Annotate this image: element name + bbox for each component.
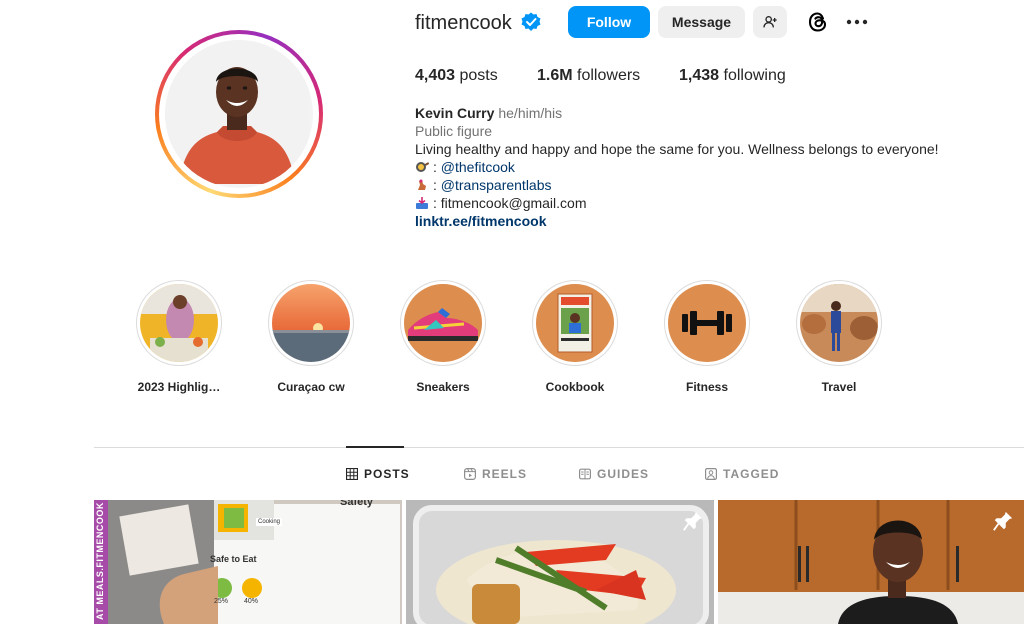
followers-label: followers	[577, 67, 641, 84]
post-small-label: Cooking	[256, 518, 283, 526]
profile-avatar[interactable]	[155, 30, 323, 198]
highlight-travel[interactable]: Travel	[795, 280, 883, 394]
highlight-label: Cookbook	[545, 380, 605, 394]
bio-email: fitmencook@gmail.com	[440, 195, 587, 211]
bio-mention-thefitcook[interactable]: @thefitcook	[441, 159, 515, 175]
following-label: following	[723, 67, 786, 84]
highlight-cookbook-thumb	[536, 284, 614, 362]
highlight-label: Curaçao cw	[277, 380, 345, 394]
tabs-divider	[94, 447, 1024, 448]
suggested-users-button[interactable]	[753, 6, 787, 38]
tab-guides[interactable]: GUIDES	[579, 466, 649, 482]
post-percent-1: 25%	[214, 598, 229, 605]
highlight-cookbook[interactable]: Cookbook	[531, 280, 619, 394]
pinned-icon	[993, 511, 1013, 531]
posts-count: 4,403	[415, 67, 456, 84]
active-tab-indicator	[346, 446, 404, 448]
more-options-icon[interactable]	[845, 12, 869, 32]
bio-link-row: : fitmencook@gmail.com	[415, 194, 939, 212]
tab-posts-label: POSTS	[364, 467, 410, 481]
post-thumbnail[interactable]	[406, 500, 714, 624]
pinned-icon	[683, 511, 703, 531]
followers-count: 1.6M	[537, 67, 573, 84]
bio-name: Kevin Curry	[415, 105, 495, 121]
verified-badge-icon	[521, 12, 541, 31]
post-side-text: AT MEALS.FITMENCOOK	[95, 502, 105, 620]
flexed-arm-emoji-icon	[418, 179, 426, 190]
frying-pan-emoji-icon	[416, 162, 429, 172]
highlight-label: Travel	[821, 380, 857, 394]
followers-stat[interactable]: 1.6M followers	[537, 66, 640, 86]
post-section-text: Safe to Eat	[210, 554, 257, 564]
highlight-curacao[interactable]: Curaçao cw	[267, 280, 355, 394]
message-button[interactable]: Message	[658, 6, 745, 38]
highlight-sneakers[interactable]: Sneakers	[399, 280, 487, 394]
grid-icon	[346, 468, 358, 480]
bio-pronouns: he/him/his	[498, 105, 563, 121]
following-count: 1,438	[679, 67, 720, 84]
add-user-icon	[763, 16, 777, 28]
highlight-label: Fitness	[685, 380, 728, 394]
inbox-tray-emoji-icon	[416, 197, 428, 209]
bio-website-link[interactable]: linktr.ee/fitmencook	[415, 212, 939, 230]
highlight-travel-thumb	[800, 284, 878, 362]
reels-icon	[464, 468, 476, 480]
tab-tagged-label: TAGGED	[723, 467, 780, 481]
bio-mention-transparentlabs[interactable]: @transparentlabs	[441, 177, 552, 193]
highlight-label: Sneakers	[416, 380, 470, 394]
bio-category: Public figure	[415, 123, 493, 139]
dumbbell-icon	[668, 284, 746, 362]
bio-link-row: : @thefitcook	[415, 158, 939, 176]
tab-tagged[interactable]: TAGGED	[705, 466, 779, 482]
highlight-curacao-thumb	[272, 284, 350, 362]
highlight-label: 2023 Highlig…	[137, 380, 221, 394]
tab-guides-label: GUIDES	[597, 467, 650, 481]
follow-button[interactable]: Follow	[568, 6, 650, 38]
threads-icon[interactable]	[806, 10, 830, 34]
highlight-2023[interactable]: 2023 Highlig…	[135, 280, 223, 394]
posts-label: posts	[459, 67, 498, 84]
post-title-text: Safety	[340, 500, 374, 508]
guides-icon	[579, 468, 591, 480]
post-percent-2: 40%	[244, 598, 259, 605]
post-image	[406, 500, 714, 624]
post-image	[718, 500, 1024, 624]
bio-text: Living healthy and happy and hope the sa…	[415, 141, 939, 157]
post-thumbnail[interactable]: AT MEALS.FITMENCOOK Safety Cooking Safe …	[94, 500, 402, 624]
following-stat[interactable]: 1,438 following	[679, 66, 786, 86]
tab-reels[interactable]: REELS	[464, 466, 527, 482]
highlight-fitness[interactable]: Fitness	[663, 280, 751, 394]
tab-reels-label: REELS	[482, 467, 528, 481]
profile-page: fitmencook Follow Message 4,403 posts 1.…	[0, 0, 1024, 624]
bio-link-row: : @transparentlabs	[415, 176, 939, 194]
bio: Kevin Curry he/him/his Public figure Livi…	[415, 104, 939, 230]
username: fitmencook	[415, 12, 512, 34]
highlight-sneakers-thumb	[404, 284, 482, 362]
tagged-icon	[705, 468, 717, 480]
avatar-photo	[165, 40, 309, 184]
tab-posts[interactable]: POSTS	[346, 466, 410, 482]
highlight-2023-thumb	[140, 284, 218, 362]
post-thumbnail[interactable]	[718, 500, 1024, 624]
posts-stat: 4,403 posts	[415, 66, 498, 86]
